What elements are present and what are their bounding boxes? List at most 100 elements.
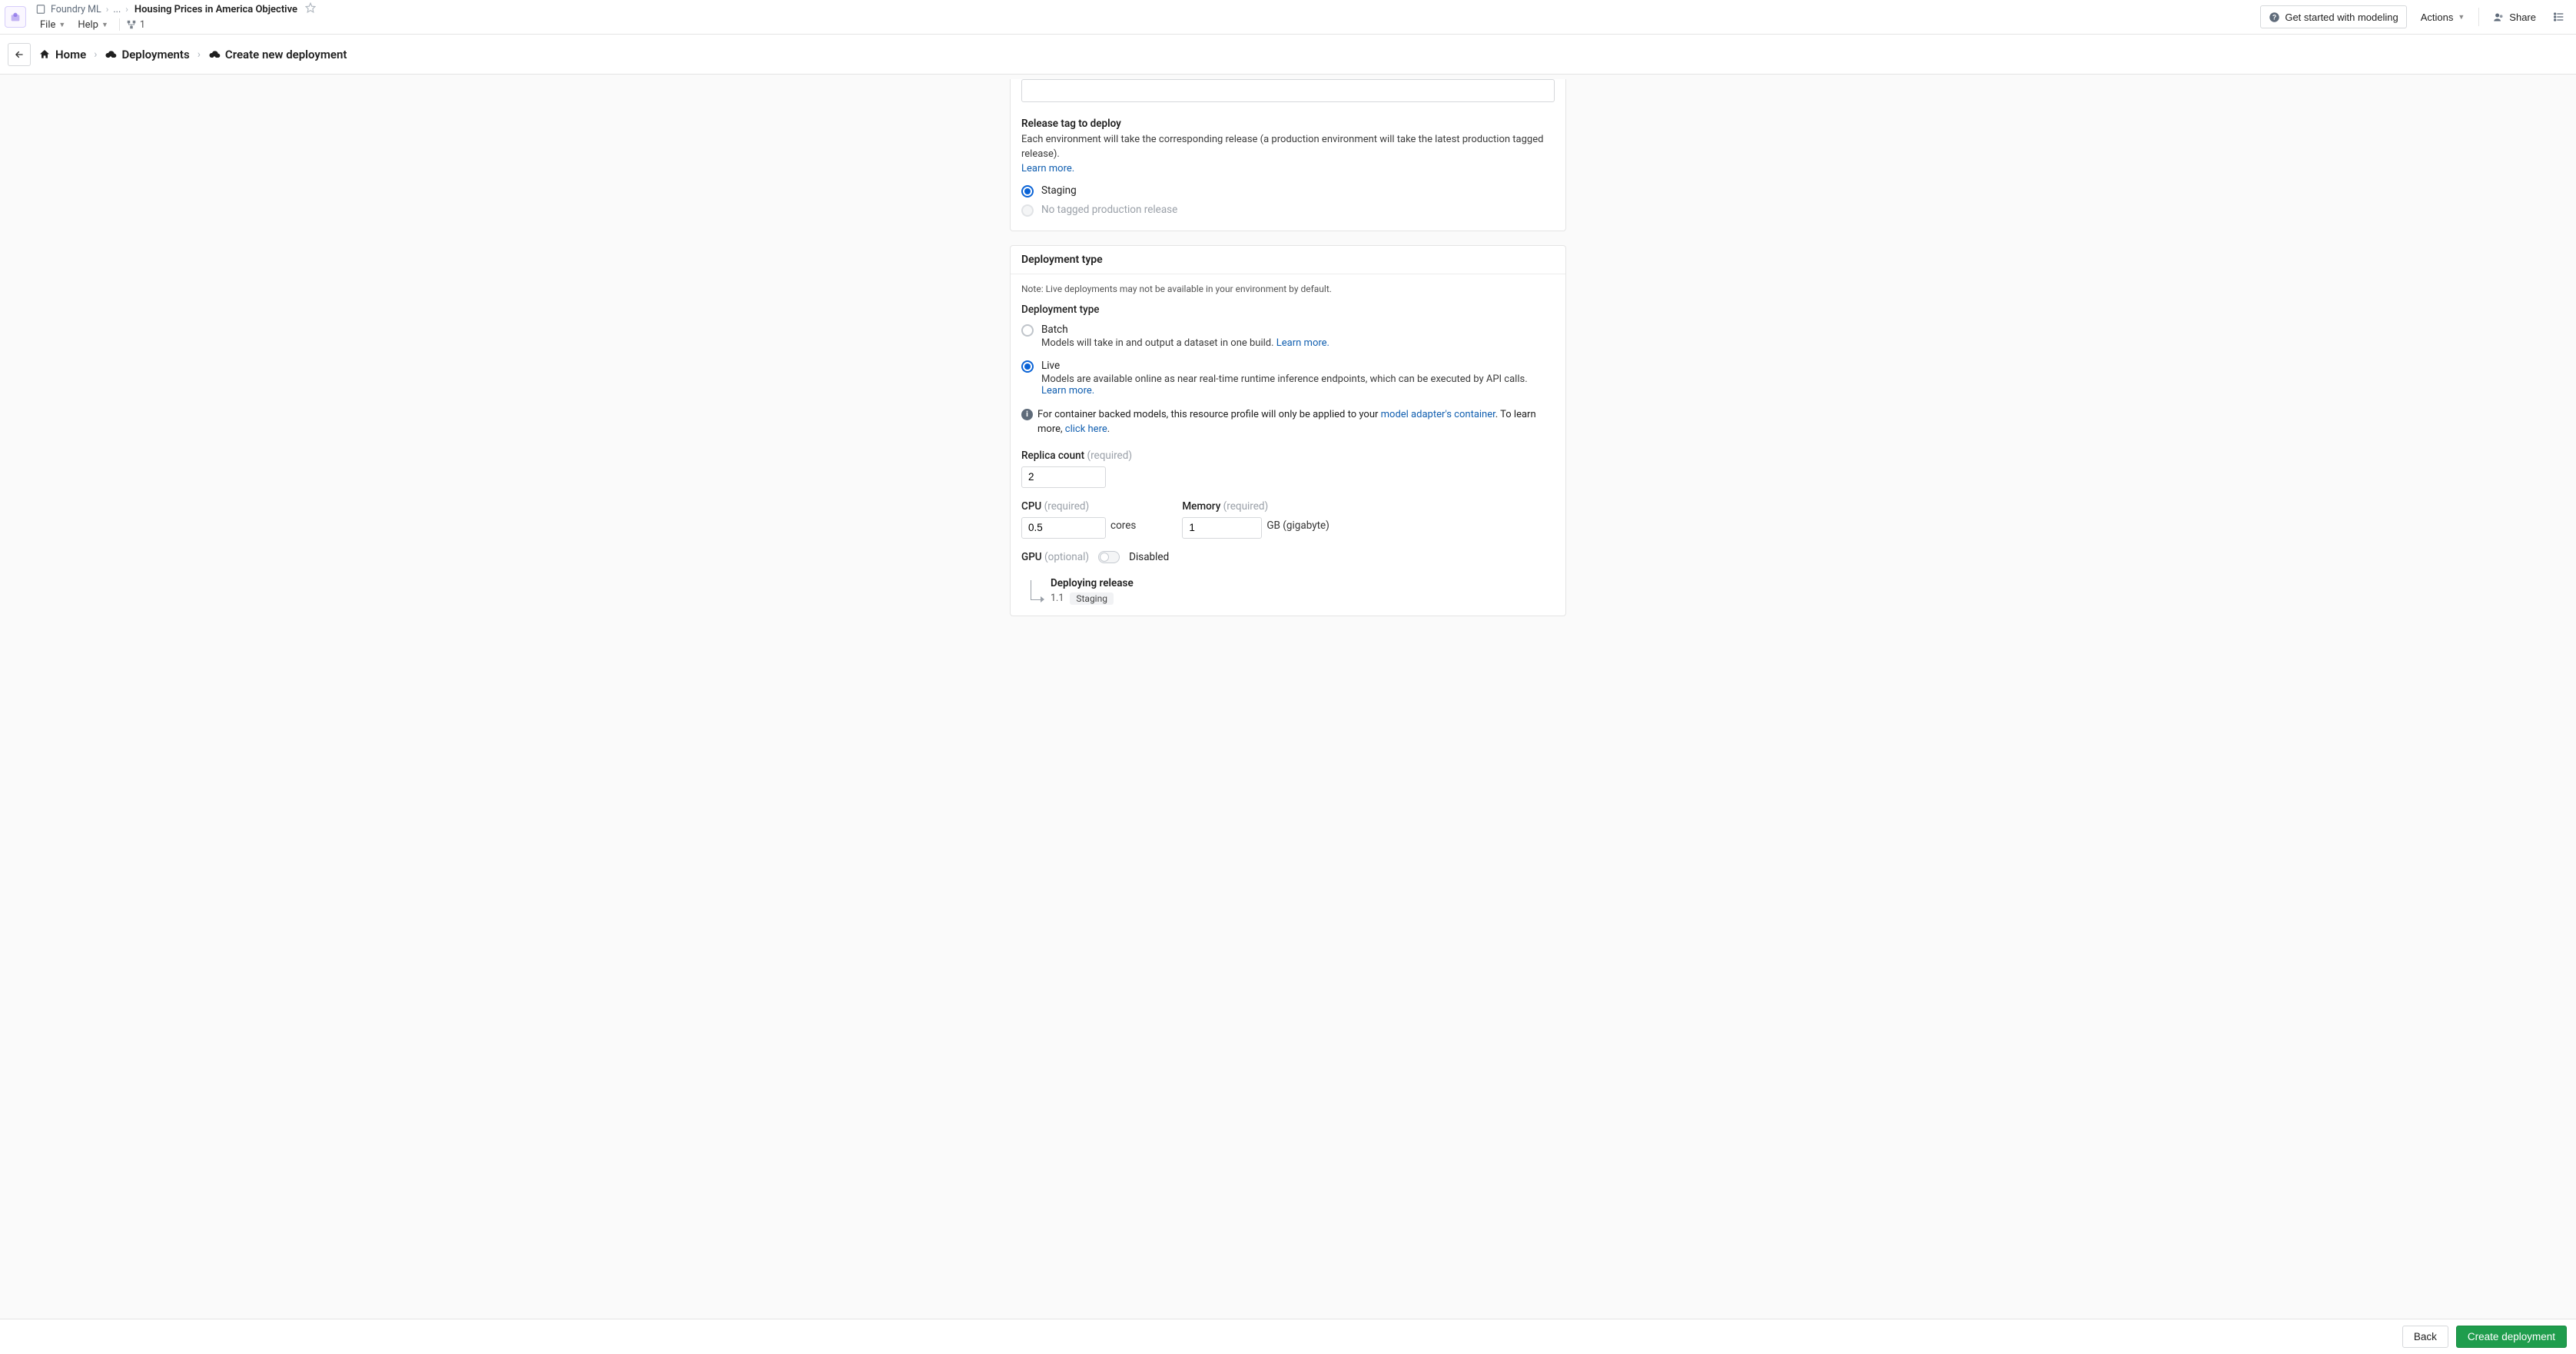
menu-file[interactable]: File ▼	[35, 18, 70, 32]
nav-create-deployment: Create new deployment	[208, 48, 347, 61]
radio-icon	[1021, 185, 1034, 197]
release-tag-help: Each environment will take the correspon…	[1021, 133, 1555, 177]
release-section: Release tag to deploy Each environment w…	[1010, 79, 1566, 231]
user-count[interactable]: 1	[126, 19, 145, 31]
radio-batch-label: Batch	[1041, 324, 1329, 336]
gpu-toggle[interactable]	[1098, 551, 1120, 563]
radio-live-desc: Models are available online as near real…	[1041, 373, 1555, 397]
app-bar-right: ? Get started with modeling Actions ▼ Sh…	[2260, 0, 2570, 34]
text-input[interactable]	[1021, 79, 1555, 102]
gpu-field: GPU (optional) Disabled	[1021, 551, 1555, 563]
deploying-release-label: Deploying release	[1051, 577, 1134, 589]
chevron-right-icon: ›	[94, 48, 97, 61]
menu-help-label: Help	[78, 19, 98, 31]
get-started-button[interactable]: ? Get started with modeling	[2260, 5, 2406, 28]
radio-batch[interactable]: Batch Models will take in and output a d…	[1021, 324, 1555, 349]
caret-down-icon: ▼	[58, 21, 65, 29]
menu-file-label: File	[40, 19, 55, 31]
app-logo[interactable]	[5, 6, 26, 28]
nav-bar: Home › Deployments › Create new deployme…	[0, 35, 2576, 75]
replica-count-input[interactable]	[1021, 466, 1106, 488]
actions-button[interactable]: Actions ▼	[2415, 5, 2471, 28]
share-label: Share	[2509, 12, 2536, 23]
people-icon	[2493, 12, 2505, 23]
replica-count-label: Replica count (required)	[1021, 450, 1555, 462]
cpu-field: CPU (required) cores	[1021, 488, 1136, 539]
nav-deployments-label: Deployments	[121, 48, 189, 61]
user-count-value: 1	[140, 19, 145, 31]
nav-breadcrumb: Home › Deployments › Create new deployme…	[38, 48, 347, 61]
radio-live-label: Live	[1041, 360, 1555, 372]
live-learn-more-link[interactable]: Learn more.	[1041, 385, 1094, 397]
breadcrumb-truncated[interactable]: ...	[113, 4, 121, 15]
chevron-right-icon: ›	[125, 4, 128, 15]
radio-icon	[1021, 204, 1034, 217]
memory-input[interactable]	[1182, 517, 1262, 539]
container-info-note: i For container backed models, this reso…	[1021, 407, 1555, 437]
model-adapter-link[interactable]: model adapter's container	[1381, 409, 1495, 420]
get-started-label: Get started with modeling	[2285, 12, 2398, 23]
chevron-right-icon: ›	[106, 4, 109, 15]
cloud-upload-icon	[105, 48, 117, 61]
memory-label: Memory (required)	[1182, 500, 1329, 513]
home-icon	[38, 48, 51, 61]
share-button[interactable]: Share	[2487, 5, 2542, 28]
create-deployment-button[interactable]: Create deployment	[2456, 1326, 2567, 1348]
release-version: 1.1	[1051, 592, 1064, 604]
memory-unit: GB (gigabyte)	[1266, 519, 1329, 532]
radio-batch-desc: Models will take in and output a dataset…	[1041, 337, 1329, 349]
deployment-type-section: Deployment type Note: Live deployments m…	[1010, 245, 1566, 616]
radio-production-label: No tagged production release	[1041, 204, 1177, 216]
cpu-label: CPU (required)	[1021, 500, 1136, 513]
radio-staging[interactable]: Staging	[1021, 184, 1555, 197]
radio-icon	[1021, 360, 1034, 373]
org-icon	[126, 19, 137, 30]
release-learn-more-link[interactable]: Learn more.	[1021, 163, 1074, 174]
main-scroll[interactable]: Release tag to deploy Each environment w…	[0, 75, 2576, 1319]
release-tag-desc: Each environment will take the correspon…	[1021, 134, 1543, 160]
title-breadcrumb: Foundry ML › ... › Housing Prices in Ame…	[35, 1, 2257, 16]
app-bar: Foundry ML › ... › Housing Prices in Ame…	[0, 0, 2576, 35]
nav-create-label: Create new deployment	[225, 48, 347, 61]
gpu-label: GPU (optional)	[1021, 551, 1089, 563]
divider	[2478, 8, 2479, 26]
deploying-release: Deploying release 1.1 Staging	[1021, 577, 1555, 605]
chevron-right-icon: ›	[198, 48, 201, 61]
radio-icon	[1021, 324, 1034, 337]
actions-label: Actions	[2421, 12, 2454, 23]
breadcrumb-root[interactable]: Foundry ML	[51, 4, 101, 15]
radio-staging-label: Staging	[1041, 184, 1077, 197]
panel-toggle-button[interactable]	[2550, 5, 2568, 28]
deployment-type-header: Deployment type	[1011, 246, 1565, 274]
menu-help[interactable]: Help ▼	[73, 18, 113, 32]
back-button[interactable]	[8, 43, 31, 66]
divider	[119, 18, 120, 31]
nav-home-label: Home	[55, 48, 86, 61]
radio-live[interactable]: Live Models are available online as near…	[1021, 360, 1555, 397]
cpu-input[interactable]	[1021, 517, 1106, 539]
cloud-upload-icon	[208, 48, 221, 61]
list-icon	[2553, 11, 2565, 23]
nav-deployments[interactable]: Deployments	[105, 48, 189, 61]
memory-field: Memory (required) GB (gigabyte)	[1182, 488, 1329, 539]
batch-learn-more-link[interactable]: Learn more.	[1276, 337, 1329, 349]
deployment-type-label: Deployment type	[1021, 304, 1555, 316]
deployment-note: Note: Live deployments may not be availa…	[1021, 284, 1555, 294]
menu-bar: File ▼ Help ▼ 1	[35, 16, 2257, 33]
arrow-branch-icon	[1031, 580, 1041, 600]
cpu-unit: cores	[1110, 519, 1136, 532]
star-icon[interactable]	[305, 2, 316, 16]
footer-bar: Back Create deployment	[0, 1319, 2576, 1354]
nav-home[interactable]: Home	[38, 48, 86, 61]
page-title: Housing Prices in America Objective	[134, 4, 297, 15]
gpu-state-label: Disabled	[1129, 551, 1169, 563]
back-step-button[interactable]: Back	[2402, 1326, 2448, 1348]
release-tag-chip: Staging	[1070, 592, 1114, 605]
form-column: Release tag to deploy Each environment w…	[1010, 79, 1566, 635]
click-here-link[interactable]: click here	[1065, 423, 1107, 435]
svg-text:?: ?	[2272, 13, 2276, 21]
help-icon: ?	[2269, 12, 2280, 23]
arrow-left-icon	[14, 49, 25, 60]
caret-down-icon: ▼	[2458, 13, 2465, 21]
app-bar-left: Foundry ML › ... › Housing Prices in Ame…	[32, 0, 2257, 34]
